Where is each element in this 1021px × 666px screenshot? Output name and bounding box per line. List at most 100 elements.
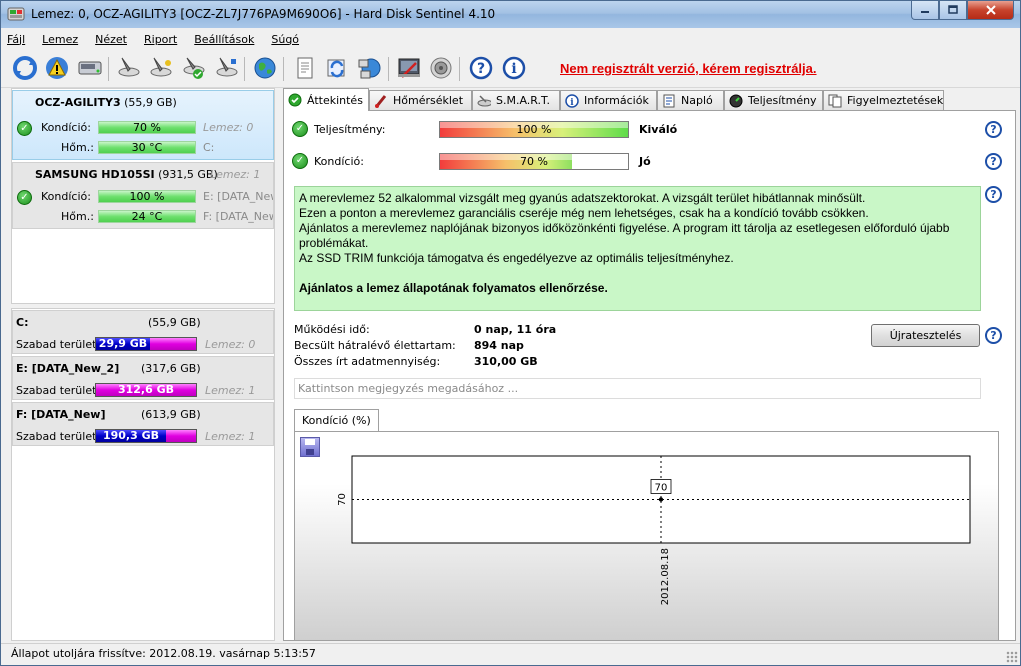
x-tick-label: 2012.08.18	[660, 548, 671, 605]
y-tick-label: 70	[337, 493, 348, 506]
check-icon: ✓	[292, 153, 308, 169]
condition-chart: 70 2012.08.18 70	[337, 455, 971, 605]
tab-performance[interactable]: Teljesítmény	[724, 90, 823, 110]
help-icon[interactable]: ?	[985, 327, 1002, 344]
maximize-button[interactable]	[939, 1, 967, 20]
disk-ref: Lemez: 0	[205, 338, 256, 351]
condition-label: Kondíció:	[41, 190, 91, 203]
volume-card-c[interactable]: C: (55,9 GB) Szabad terület 29,9 GB Leme…	[12, 310, 274, 354]
register-link[interactable]: Nem regisztrált verzió, kérem regisztrál…	[560, 61, 817, 76]
info-icon: i	[502, 56, 526, 80]
tab-temperature[interactable]: Hőmérséklet	[369, 90, 472, 110]
temperature-bar: 30 °C	[98, 141, 196, 154]
sync-button[interactable]	[323, 54, 351, 82]
tab-alerts[interactable]: Figyelmeztetések	[823, 90, 944, 110]
menu-bar: Fájl Lemez Nézet Riport Beállítások Súgó	[1, 28, 1020, 50]
tab-label: S.M.A.R.T.	[496, 94, 550, 107]
report-button[interactable]	[291, 54, 319, 82]
help-icon[interactable]: ?	[985, 121, 1002, 138]
message-line: Az SSD TRIM funkciója támogatva és enged…	[299, 251, 734, 265]
volume-list: C: (55,9 GB) Szabad terület 29,9 GB Leme…	[11, 308, 275, 641]
settings-icon	[398, 58, 420, 78]
log-icon	[662, 94, 676, 108]
volume-name: E: [DATA_New_2]	[16, 362, 120, 375]
svg-text:?: ?	[477, 61, 485, 77]
free-space-bar: 29,9 GB	[95, 337, 197, 351]
disk-tools-button[interactable]	[213, 54, 241, 82]
condition-bar: 70 %	[98, 121, 196, 134]
performance-value: 100 %	[516, 123, 552, 136]
help-icon: ?	[469, 56, 493, 80]
status-text: Állapot utoljára frissítve: 2012.08.19. …	[11, 647, 316, 660]
temperature-label: Hőm.:	[61, 141, 94, 154]
menu-settings[interactable]: Beállítások	[194, 33, 254, 46]
disk-name: OCZ-AGILITY3	[35, 96, 121, 109]
menu-disk[interactable]: Lemez	[42, 33, 78, 46]
disk-button[interactable]	[76, 54, 104, 82]
tab-log[interactable]: Napló	[657, 90, 724, 110]
free-space-bar: 190,3 GB	[95, 429, 197, 443]
volume-name: C:	[16, 316, 29, 329]
surface-test-button[interactable]	[115, 54, 143, 82]
disk-check-button[interactable]	[180, 54, 208, 82]
maximize-icon	[948, 5, 958, 14]
help-icon[interactable]: ?	[985, 153, 1002, 170]
right-pane: Áttekintés Hőmérséklet S.M.A.R.T. i Info…	[279, 88, 1020, 641]
menu-file[interactable]: Fájl	[7, 33, 25, 46]
free-space-value: 312,6 GB	[96, 384, 196, 396]
help-icon[interactable]: ?	[985, 186, 1002, 203]
settings-button[interactable]	[395, 54, 423, 82]
condition-bar: 100 %	[98, 190, 196, 203]
remaining-life-value: 894 nap	[474, 339, 524, 352]
disk-ref: Lemez: 1	[205, 384, 256, 397]
disk-test2-icon	[150, 57, 172, 77]
disk-name: SAMSUNG HD105SI	[35, 168, 155, 181]
uptime-value: 0 nap, 11 óra	[474, 323, 557, 336]
chart-tab-condition[interactable]: Kondíció (%)	[294, 409, 379, 431]
minimize-button[interactable]	[911, 1, 939, 20]
retest-button[interactable]: Újratesztelés	[871, 324, 980, 347]
refresh-icon	[13, 56, 37, 80]
status-bar: Állapot utoljára frissítve: 2012.08.19. …	[1, 643, 1020, 665]
disk-card-samsung-hd105si[interactable]: SAMSUNG HD105SI (931,5 GB) Lemez: 1 ✓ Ko…	[12, 162, 274, 229]
disk-card-ocz-agility3[interactable]: OCZ-AGILITY3 (55,9 GB) ✓ Kondíció: 70 % …	[12, 90, 274, 160]
disk-icon	[78, 61, 102, 75]
volume-card-f[interactable]: F: [DATA_New] (613,9 GB) Szabad terület …	[12, 402, 274, 446]
message-line: Ezen a ponton a merevlemez garanciális c…	[299, 206, 869, 220]
tab-label: Áttekintés	[307, 93, 363, 107]
tab-information[interactable]: i Információk	[560, 90, 657, 110]
about-button[interactable]: i	[500, 54, 528, 82]
tab-smart[interactable]: S.M.A.R.T.	[472, 90, 560, 110]
tab-overview[interactable]: Áttekintés	[283, 88, 369, 111]
disk-size: (55,9 GB)	[124, 96, 177, 109]
disk-size: (931,5 GB)	[158, 168, 218, 181]
menu-view[interactable]: Nézet	[95, 33, 127, 46]
resize-grip[interactable]	[1006, 651, 1018, 663]
sound-button[interactable]	[427, 54, 455, 82]
help-button[interactable]: ?	[467, 54, 495, 82]
volume-size: (613,9 GB)	[141, 408, 201, 421]
disk-ref: Lemez: 1	[205, 430, 256, 443]
web-button[interactable]	[251, 54, 279, 82]
close-button[interactable]	[967, 1, 1014, 20]
disk-title: SAMSUNG HD105SI (931,5 GB)	[35, 168, 218, 181]
speaker-icon	[430, 57, 452, 79]
disk-ref: Lemez: 0	[203, 121, 254, 134]
message-line: Ajánlatos a merevlemez naplójának bizony…	[299, 221, 950, 250]
menu-help[interactable]: Súgó	[271, 33, 299, 46]
svg-text:i: i	[511, 61, 516, 77]
alert-button[interactable]	[43, 54, 71, 82]
disk-test-icon	[118, 57, 140, 77]
alerts-icon	[828, 94, 842, 108]
svg-text:i: i	[570, 98, 574, 108]
title-bar[interactable]: Lemez: 0, OCZ-AGILITY3 [OCZ-ZL7J776PA9M6…	[1, 1, 1020, 28]
volume-card-e[interactable]: E: [DATA_New_2] (317,6 GB) Szabad terüle…	[12, 356, 274, 400]
tab-label: Napló	[681, 94, 713, 107]
note-input[interactable]: Kattintson megjegyzés megadásához ...	[294, 378, 981, 399]
disk-test2-button[interactable]	[147, 54, 175, 82]
menu-report[interactable]: Riport	[144, 33, 177, 46]
network-button[interactable]	[356, 54, 384, 82]
refresh-button[interactable]	[11, 54, 39, 82]
tab-label: Információk	[584, 94, 649, 107]
performance-meter: 100 %	[439, 121, 629, 138]
